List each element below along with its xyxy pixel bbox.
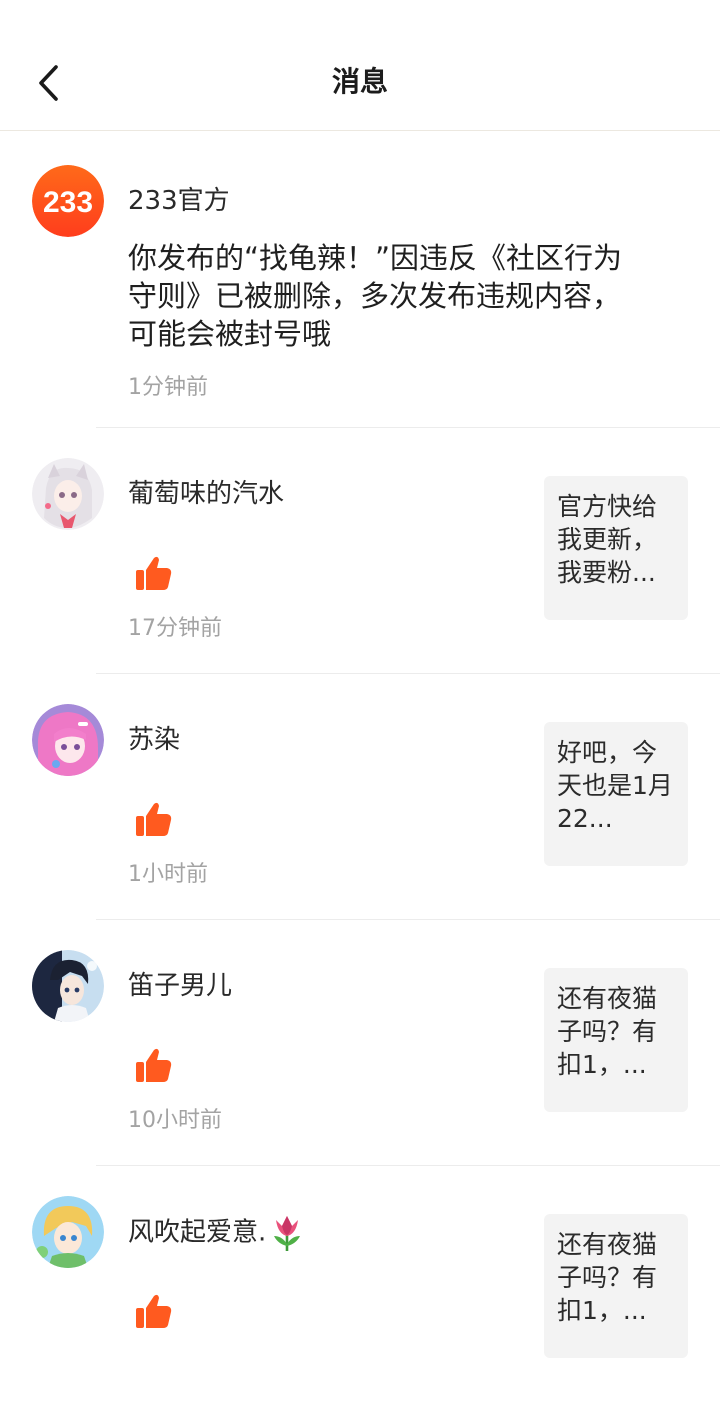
thumbs-up-icon xyxy=(136,802,172,836)
notice-content: 你发布的“找龟辣！”因违反《社区行为守则》已被删除，多次发布违规内容，可能会被封… xyxy=(128,241,623,351)
like-notification-item[interactable]: 葡萄味的汽水 17分钟前 官方快给我更新，我要粉... xyxy=(0,428,720,674)
like-notification-item[interactable]: 苏染 1小时前 好吧，今天也是1月22... xyxy=(0,674,720,920)
avatar[interactable] xyxy=(32,704,104,776)
sender-name[interactable]: 葡萄味的汽水 xyxy=(128,476,284,512)
thumbs-up-icon xyxy=(136,1294,172,1328)
message-time: 1小时前 xyxy=(128,862,208,887)
thumbs-up-icon xyxy=(136,556,172,590)
sender-name[interactable]: 笛子男儿 xyxy=(128,968,232,1004)
official-avatar[interactable]: 233 xyxy=(32,165,104,237)
content-preview[interactable]: 好吧，今天也是1月22... xyxy=(544,722,688,866)
sender-name[interactable]: 苏染 xyxy=(128,722,180,758)
top-bar: 消息 xyxy=(0,0,720,131)
content-preview[interactable]: 还有夜猫子吗？有扣1，... xyxy=(544,968,688,1112)
message-time: 1分钟前 xyxy=(128,375,208,400)
message-time: 10小时前 xyxy=(128,1108,222,1133)
thumbs-up-icon xyxy=(136,1048,172,1082)
like-notification-item[interactable]: 风吹起爱意. 还有夜猫子吗？有扣1，... xyxy=(0,1166,720,1412)
preview-text: 好吧，今天也是1月22... xyxy=(557,738,673,833)
avatar[interactable] xyxy=(32,950,104,1022)
page-title: 消息 xyxy=(331,65,388,98)
sender-name[interactable]: 233官方 xyxy=(128,183,230,219)
sender-name[interactable]: 风吹起爱意. xyxy=(128,1214,304,1252)
tulip-icon xyxy=(274,1216,301,1251)
official-avatar-label: 233 xyxy=(43,186,93,219)
preview-text: 官方快给我更新，我要粉... xyxy=(557,492,658,587)
message-list: 233 233官方 你发布的“找龟辣！”因违反《社区行为守则》已被删除，多次发布… xyxy=(0,131,720,1412)
content-preview[interactable]: 还有夜猫子吗？有扣1，... xyxy=(544,1214,688,1358)
avatar[interactable] xyxy=(32,1196,104,1268)
message-time: 17分钟前 xyxy=(128,616,222,641)
sender-name-text: 风吹起爱意. xyxy=(128,1217,267,1248)
content-preview[interactable]: 官方快给我更新，我要粉... xyxy=(544,476,688,620)
avatar[interactable] xyxy=(32,458,104,530)
preview-text: 还有夜猫子吗？有扣1，... xyxy=(557,984,658,1079)
official-notice-item[interactable]: 233 233官方 你发布的“找龟辣！”因违反《社区行为守则》已被删除，多次发布… xyxy=(0,131,720,428)
preview-text: 还有夜猫子吗？有扣1，... xyxy=(557,1230,658,1325)
like-notification-item[interactable]: 笛子男儿 10小时前 还有夜猫子吗？有扣1，... xyxy=(0,920,720,1166)
